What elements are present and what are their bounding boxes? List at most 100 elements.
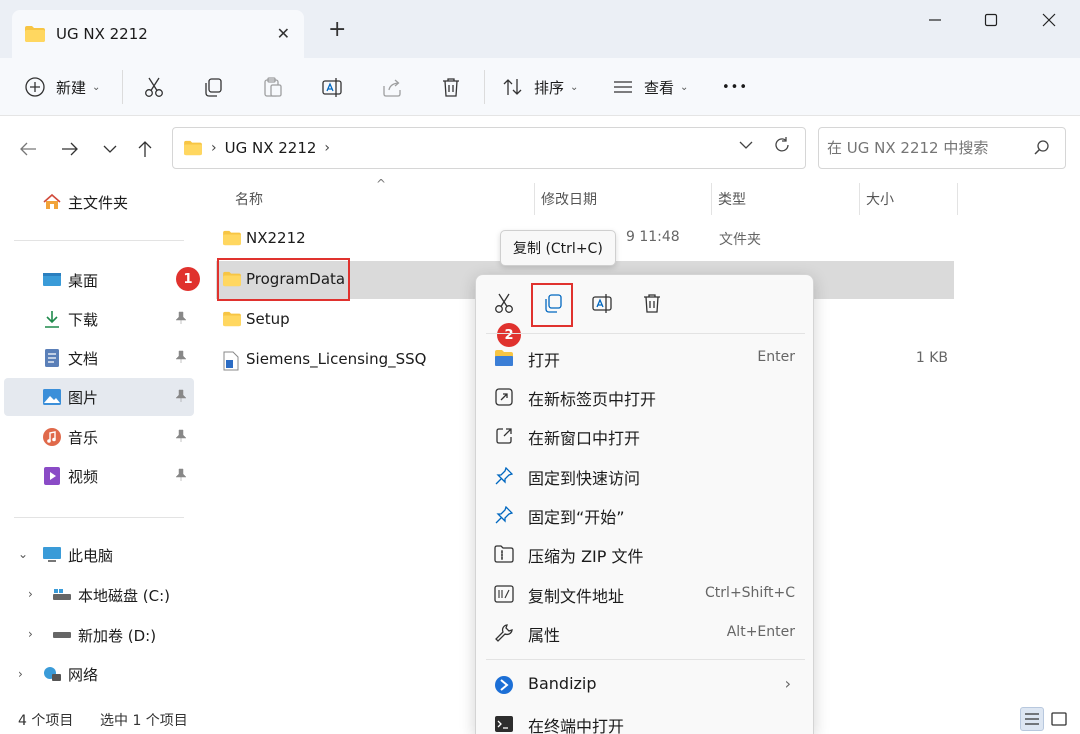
copy-icon xyxy=(205,78,222,97)
view-list-icon xyxy=(614,81,632,93)
desktop-icon xyxy=(42,270,62,290)
menu-item-copy-path[interactable]: 复制文件地址 Ctrl+Shift+C xyxy=(480,575,811,613)
context-rename-button[interactable] xyxy=(588,289,616,317)
sort-button[interactable]: 排序 ⌄ xyxy=(502,70,578,104)
delete-button[interactable] xyxy=(440,70,462,104)
more-options-button[interactable]: ••• xyxy=(722,70,748,104)
view-label: 查看 xyxy=(644,78,675,97)
menu-item-shortcut: Ctrl+Shift+C xyxy=(705,585,795,601)
sidebar-item-desktop[interactable]: 桌面 xyxy=(4,261,194,299)
close-window-icon[interactable] xyxy=(1034,8,1064,32)
menu-item-bandizip[interactable]: Bandizip › xyxy=(480,666,811,704)
pin-icon[interactable] xyxy=(174,389,188,403)
menu-item-open-terminal[interactable]: 在终端中打开 xyxy=(480,705,811,734)
paste-button[interactable] xyxy=(262,70,284,104)
menu-item-label: Bandizip xyxy=(528,674,597,693)
menu-item-properties[interactable]: 属性 Alt+Enter xyxy=(480,614,811,652)
search-icon[interactable] xyxy=(1033,139,1051,157)
pin-icon[interactable] xyxy=(174,468,188,482)
folder-open-icon xyxy=(494,348,514,368)
context-quick-actions xyxy=(476,275,813,333)
search-input[interactable] xyxy=(827,139,1027,157)
address-bar[interactable]: › UG NX 2212 › xyxy=(172,127,806,169)
pin-icon[interactable] xyxy=(174,350,188,364)
menu-item-pin-quick-access[interactable]: 固定到快速访问 xyxy=(480,457,811,495)
sidebar-item-home[interactable]: 主文件夹 xyxy=(4,183,194,221)
back-arrow-icon[interactable] xyxy=(14,136,42,162)
column-divider xyxy=(957,183,958,215)
maximize-icon[interactable] xyxy=(976,8,1006,32)
script-file-icon xyxy=(223,351,239,371)
sidebar-item-pictures[interactable]: 图片 xyxy=(4,378,194,416)
new-tab-button[interactable]: + xyxy=(328,18,346,42)
sidebar-item-music[interactable]: 音乐 xyxy=(4,418,194,456)
sidebar-item-network[interactable]: 网络 xyxy=(4,655,194,693)
column-header-name[interactable]: 名称 xyxy=(235,189,263,209)
cut-button[interactable] xyxy=(143,70,165,104)
column-header-date[interactable]: 修改日期 xyxy=(541,189,597,209)
context-divider xyxy=(486,333,805,334)
search-box[interactable] xyxy=(818,127,1066,169)
sidebar-item-drive-d[interactable]: 新加卷 (D:) xyxy=(4,616,194,654)
menu-item-label: 在终端中打开 xyxy=(528,717,625,734)
trash-icon xyxy=(443,78,459,97)
view-button[interactable]: 查看 ⌄ xyxy=(612,70,688,104)
column-header-size[interactable]: 大小 xyxy=(866,189,894,209)
menu-item-open-new-tab[interactable]: 在新标签页中打开 xyxy=(480,378,811,416)
drive-icon xyxy=(52,625,72,645)
home-icon xyxy=(42,192,62,212)
rename-icon xyxy=(322,78,342,97)
menu-item-open[interactable]: 打开 Enter xyxy=(480,339,811,377)
sidebar-item-downloads[interactable]: 下载 xyxy=(4,300,194,338)
column-header-type[interactable]: 类型 xyxy=(718,189,746,209)
new-button[interactable]: 新建 ⌄ xyxy=(24,70,100,104)
menu-item-open-new-window[interactable]: 在新窗口中打开 xyxy=(480,417,811,455)
menu-item-label: 固定到“开始” xyxy=(528,508,625,527)
folder-icon xyxy=(25,26,45,42)
recent-chevron-down-icon[interactable] xyxy=(96,136,124,162)
scissors-icon xyxy=(145,77,163,97)
rename-button[interactable] xyxy=(321,70,343,104)
menu-item-label: 打开 xyxy=(528,351,561,370)
sidebar-item-videos[interactable]: 视频 xyxy=(4,457,194,495)
copy-button[interactable] xyxy=(202,70,224,104)
sidebar-item-label: 视频 xyxy=(68,467,99,486)
forward-arrow-icon[interactable] xyxy=(56,136,84,162)
close-tab-icon[interactable]: ✕ xyxy=(277,24,290,43)
scissors-icon xyxy=(495,293,513,313)
breadcrumb-chevron-icon[interactable]: › xyxy=(324,140,330,156)
window-tab[interactable]: UG NX 2212 ✕ xyxy=(12,10,304,58)
address-dropdown-icon[interactable] xyxy=(739,138,753,154)
details-view-icon[interactable] xyxy=(1020,707,1044,731)
sidebar-divider xyxy=(14,517,184,518)
plus-circle-icon xyxy=(25,77,45,97)
pin-icon[interactable] xyxy=(174,311,188,325)
share-button[interactable] xyxy=(381,70,403,104)
step-badge-1: 1 xyxy=(176,267,200,291)
refresh-icon[interactable] xyxy=(773,136,791,159)
sidebar-item-this-pc[interactable]: 此电脑 xyxy=(4,536,194,574)
menu-item-compress-zip[interactable]: 压缩为 ZIP 文件 xyxy=(480,535,811,573)
pin-icon[interactable] xyxy=(174,429,188,443)
context-delete-button[interactable] xyxy=(638,289,666,317)
pin-start-icon xyxy=(494,505,514,525)
sidebar-item-documents[interactable]: 文档 xyxy=(4,339,194,377)
minimize-icon[interactable] xyxy=(920,8,950,32)
menu-item-shortcut: Enter xyxy=(757,349,795,365)
command-bar: 新建 ⌄ 排序 ⌄ 查看 ⌄ ••• xyxy=(0,58,1080,116)
sidebar-item-drive-c[interactable]: 本地磁盘 (C:) xyxy=(4,576,194,614)
context-cut-button[interactable] xyxy=(490,289,518,317)
bandizip-icon xyxy=(494,675,514,695)
toolbar-divider xyxy=(484,70,485,104)
folder-icon xyxy=(223,230,241,246)
breadcrumb-current[interactable]: UG NX 2212 xyxy=(225,139,317,157)
download-icon xyxy=(42,309,62,329)
menu-item-label: 在新窗口中打开 xyxy=(528,429,641,448)
sidebar-divider xyxy=(14,240,184,241)
up-arrow-icon[interactable] xyxy=(131,136,159,162)
picture-icon xyxy=(42,387,62,407)
network-icon xyxy=(42,664,62,684)
folder-icon xyxy=(184,140,202,156)
tiles-view-icon[interactable] xyxy=(1047,707,1071,731)
menu-item-pin-start[interactable]: 固定到“开始” xyxy=(480,496,811,534)
